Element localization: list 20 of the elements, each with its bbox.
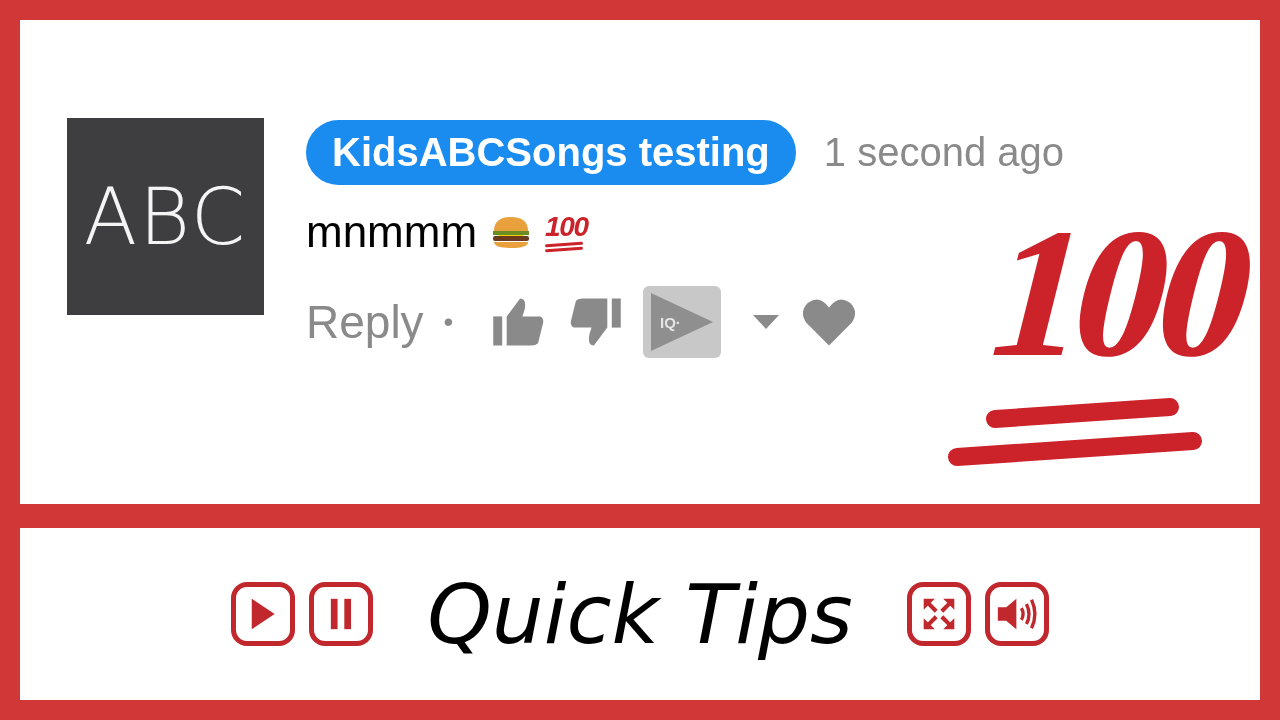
reply-link[interactable]: Reply — [306, 295, 424, 349]
play-button[interactable] — [231, 582, 296, 646]
separator-dot: • — [443, 306, 454, 338]
title-text: Quick Tips — [427, 566, 853, 662]
fullscreen-button[interactable] — [906, 582, 971, 646]
burger-icon — [491, 215, 532, 249]
author-link[interactable]: KidsABCSongs testing — [306, 120, 796, 185]
volume-icon — [996, 598, 1037, 630]
hundred-points-text: 100 — [967, 196, 1271, 385]
pause-icon — [330, 598, 353, 630]
comment-text: mnmmm — [306, 207, 478, 257]
play-icon — [251, 598, 276, 630]
fullscreen-icon — [922, 598, 955, 630]
iq-play-button[interactable]: IQ· — [643, 286, 722, 358]
heart-icon[interactable] — [801, 296, 858, 348]
volume-button[interactable] — [984, 582, 1049, 646]
avatar-text: ABC — [83, 171, 248, 262]
hundred-points-emoji: 100 — [545, 213, 588, 251]
pause-button[interactable] — [309, 582, 374, 646]
timestamp: 1 second ago — [823, 130, 1064, 175]
